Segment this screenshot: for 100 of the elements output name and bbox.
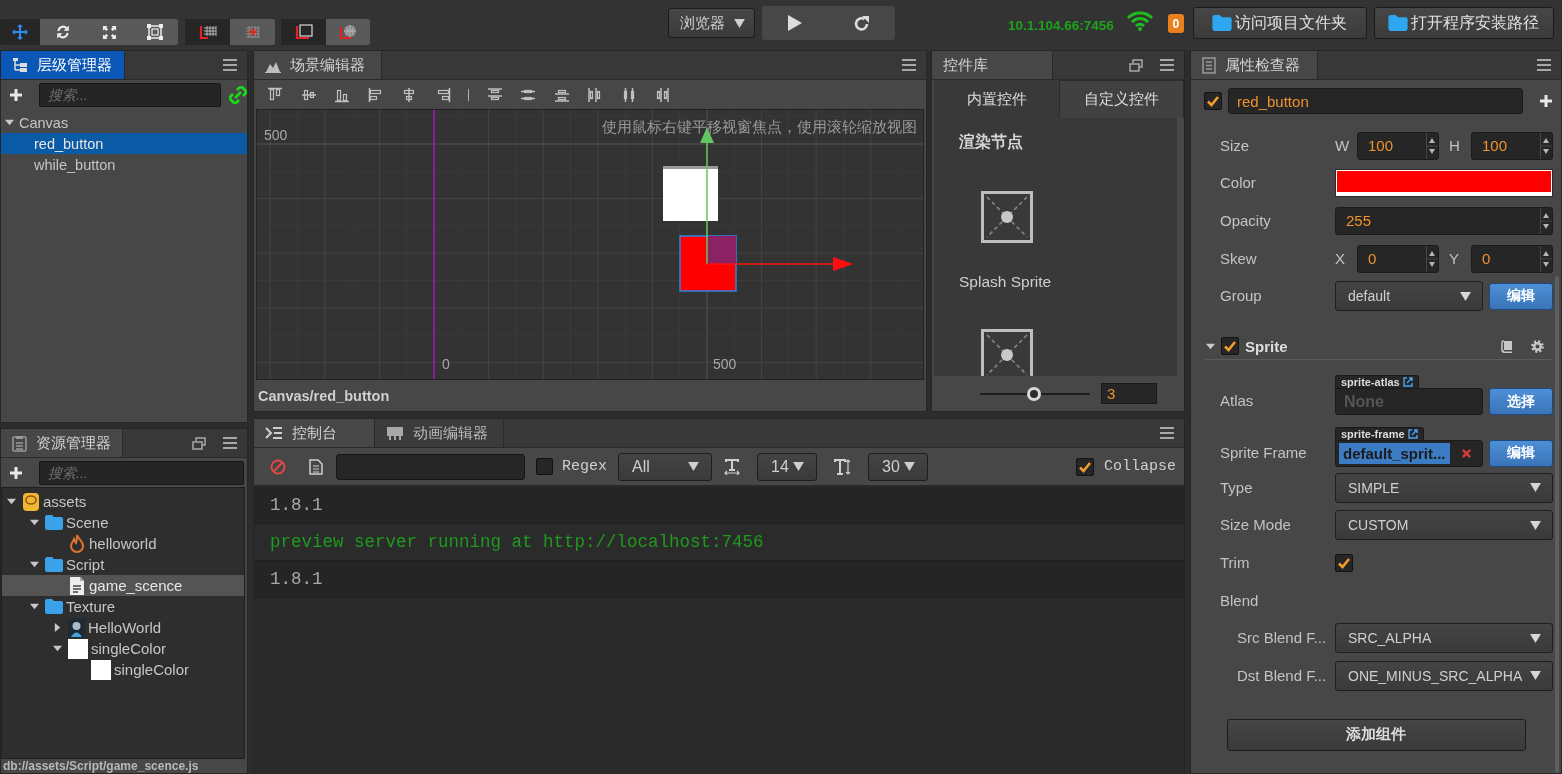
number-field[interactable]: 255	[1335, 207, 1553, 235]
caret-icon[interactable]	[7, 497, 16, 506]
caret-icon[interactable]	[30, 518, 39, 527]
folder-button[interactable]: 访问项目文件夹	[1192, 7, 1367, 39]
select-field[interactable]: ONE_MINUS_SRC_ALPHA	[1335, 660, 1553, 691]
file-icon[interactable]	[309, 458, 323, 475]
align-left-icon[interactable]	[367, 86, 384, 103]
tab[interactable]: 内置控件	[934, 80, 1059, 118]
align-center-icon[interactable]	[401, 86, 417, 103]
tree-item[interactable]: Script	[2, 554, 244, 575]
spinner-icon[interactable]	[1540, 208, 1552, 234]
clear-icon[interactable]	[1461, 447, 1472, 459]
tool-button[interactable]	[132, 19, 178, 45]
asset-field[interactable]: default_sprit...	[1335, 439, 1483, 467]
sprite-node-icon[interactable]	[981, 191, 1033, 243]
tool-button[interactable]	[40, 19, 86, 45]
color-field[interactable]	[1335, 169, 1553, 198]
panel-tab[interactable]: 控件库	[932, 51, 1053, 79]
tab[interactable]: 控制台	[254, 419, 375, 447]
align-top-icon[interactable]	[267, 86, 283, 103]
tool-button[interactable]	[281, 19, 326, 45]
distribute-top-icon[interactable]	[486, 86, 503, 103]
select-field[interactable]: SIMPLE	[1335, 472, 1553, 503]
checkbox[interactable]	[1221, 337, 1239, 356]
tree-item[interactable]: Canvas	[1, 112, 247, 133]
spinner-icon[interactable]	[1426, 132, 1438, 159]
menu-icon[interactable]	[223, 59, 237, 71]
caret-icon[interactable]	[30, 602, 39, 611]
number-field[interactable]: 3	[1101, 383, 1157, 404]
number-field[interactable]: 100	[1471, 131, 1553, 160]
level-select[interactable]: All	[618, 452, 712, 481]
tree-item[interactable]: helloworld	[2, 533, 244, 554]
caret-icon[interactable]	[1206, 341, 1215, 351]
checkbox[interactable]	[1335, 553, 1353, 572]
restore-icon[interactable]	[1129, 58, 1143, 72]
name-field[interactable]: red_button	[1228, 88, 1523, 114]
menu-icon[interactable]	[902, 59, 916, 71]
action-button[interactable]: 编辑	[1489, 439, 1553, 467]
plus-icon[interactable]	[10, 88, 22, 101]
external-link-icon[interactable]	[1407, 428, 1418, 439]
slider-thumb[interactable]	[1027, 386, 1042, 401]
checkbox[interactable]	[536, 458, 553, 475]
checkbox[interactable]	[1204, 92, 1222, 110]
plus-icon[interactable]	[1540, 95, 1552, 107]
line-height-icon[interactable]	[834, 458, 851, 475]
plus-icon[interactable]	[10, 466, 22, 479]
tree-item[interactable]: singleColor	[2, 659, 244, 680]
number-field[interactable]: 0	[1471, 244, 1553, 273]
spinner-icon[interactable]	[1540, 132, 1552, 159]
tree-item[interactable]: HelloWorld	[2, 617, 244, 638]
tree-item[interactable]: Texture	[2, 596, 244, 617]
tree-item[interactable]: game_scence	[2, 575, 244, 596]
text-size-icon[interactable]	[724, 458, 740, 475]
distribute-right-icon[interactable]	[654, 86, 670, 103]
tool-button[interactable]	[326, 19, 370, 45]
menu-icon[interactable]	[1537, 59, 1551, 71]
tree-item[interactable]: Scene	[2, 512, 244, 533]
book-icon[interactable]	[1501, 339, 1513, 353]
distribute-left-icon[interactable]	[587, 86, 603, 103]
number-field[interactable]: 0	[1357, 244, 1439, 273]
tree-item[interactable]: while_button	[1, 154, 247, 175]
search-field[interactable]: 搜索...	[39, 82, 221, 107]
tree-item[interactable]: red_button	[1, 133, 247, 154]
filter-field[interactable]	[336, 453, 525, 480]
settings-icon[interactable]	[1531, 339, 1544, 353]
search-field[interactable]: 搜索...	[39, 460, 244, 485]
line-height-select[interactable]: 30	[868, 452, 928, 481]
select-field[interactable]: CUSTOM	[1335, 510, 1553, 541]
panel-tab[interactable]: 层级管理器	[1, 51, 125, 79]
action-button[interactable]: 选择	[1489, 388, 1553, 416]
spinner-icon[interactable]	[1540, 245, 1552, 272]
platform-select[interactable]: 浏览器	[668, 8, 755, 38]
tool-button[interactable]	[185, 19, 230, 45]
spinner-icon[interactable]	[1426, 245, 1438, 272]
tab[interactable]: 自定义控件	[1059, 80, 1184, 118]
menu-icon[interactable]	[1160, 59, 1174, 71]
folder-button[interactable]: 打开程序安装路径	[1373, 7, 1554, 39]
tree-item[interactable]: assets	[2, 491, 244, 512]
tree-item[interactable]: singleColor	[2, 638, 244, 659]
panel-tab[interactable]: 场景编辑器	[254, 51, 382, 79]
select-field[interactable]: default	[1335, 281, 1483, 312]
add-component-button[interactable]: 添加组件	[1226, 718, 1526, 751]
sprite-node-icon[interactable]	[981, 329, 1033, 376]
caret-icon[interactable]	[53, 623, 62, 632]
link-icon[interactable]	[229, 85, 247, 104]
select-field[interactable]: SRC_ALPHA	[1335, 623, 1553, 654]
tool-button[interactable]	[0, 19, 40, 45]
checkbox[interactable]	[1076, 457, 1094, 476]
caret-icon[interactable]	[30, 560, 39, 569]
caret-icon[interactable]	[53, 644, 62, 653]
external-link-icon[interactable]	[1402, 377, 1413, 388]
number-field[interactable]: 100	[1357, 131, 1439, 160]
menu-icon[interactable]	[223, 437, 237, 449]
action-button[interactable]: 编辑	[1489, 282, 1553, 310]
panel-tab[interactable]: 属性检查器	[1191, 51, 1318, 79]
menu-icon[interactable]	[1160, 427, 1174, 439]
panel-tab[interactable]: 资源管理器	[1, 429, 123, 457]
font-size-select[interactable]: 14	[757, 452, 817, 481]
caret-icon[interactable]	[5, 118, 14, 127]
restore-icon[interactable]	[192, 436, 206, 450]
